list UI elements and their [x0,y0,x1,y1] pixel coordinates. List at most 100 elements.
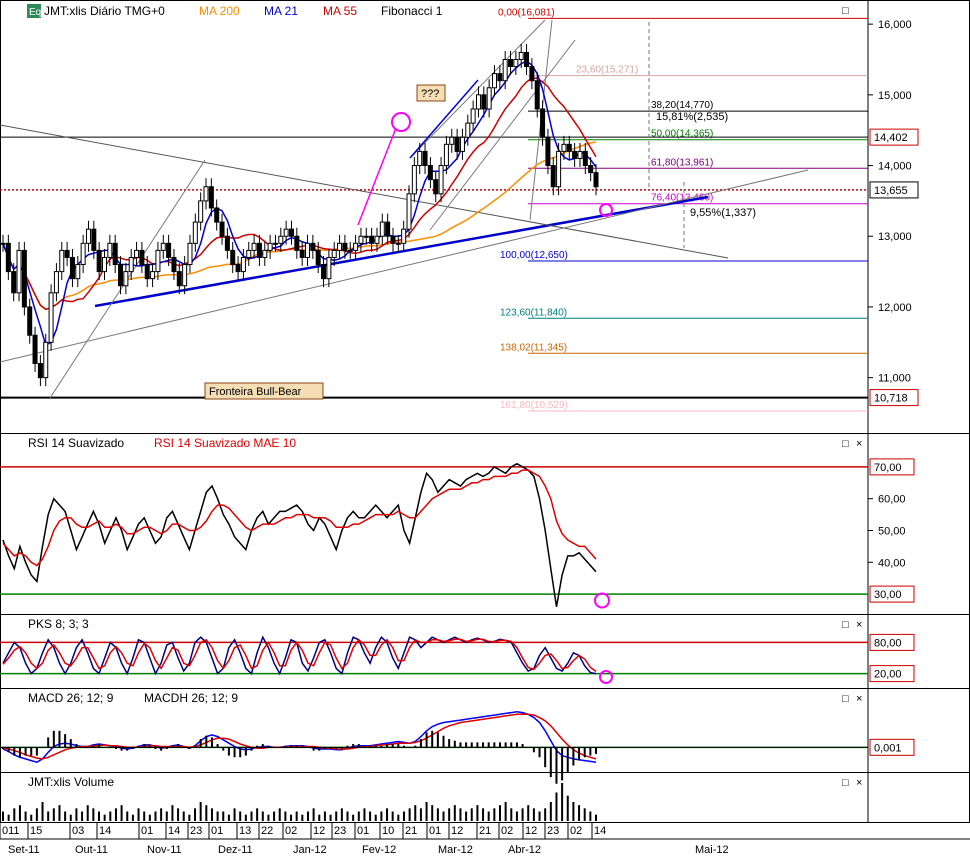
series-line [2,469,597,567]
x-month-label: Mar-12 [438,844,473,856]
candle-body [224,235,230,251]
candle-body [310,242,316,251]
candle-body [529,66,535,82]
candle-body [486,87,492,110]
maximize-button[interactable]: □ [842,777,849,789]
maximize-button[interactable]: □ [842,5,849,17]
candle-body [353,242,359,251]
candle-body [107,242,113,258]
candle-body [214,207,220,223]
x-day-label: 23 [334,825,346,837]
candle-body [160,242,166,251]
maximize-button[interactable]: □ [842,438,849,450]
candle-body [363,235,369,238]
x-day-label: 01 [429,825,441,837]
candle-body [374,235,380,244]
candle-body [438,165,444,195]
price-legend[interactable]: Eq JMT:xlis Diário TMG+0 MA 200 MA 21 MA… [27,4,443,18]
x-day-label: 14 [594,825,606,837]
macd-panel[interactable]: MACD 26; 12; 9 □ × 0,001 MACDH 26; 12; 9 [0,691,915,784]
axis-tick-label: 40,00 [878,557,906,569]
panel-frame-rsi [0,433,970,615]
percent-annotation: 15,81%(2,535) [656,111,728,123]
candle-body [230,249,236,266]
candle-body [64,249,70,258]
indicator-ma21[interactable]: MA 21 [264,4,298,18]
volume-panel[interactable]: JMT:xlis Volume □ × [2,775,862,821]
candle-body [524,51,530,68]
price-tick-label: 11,000 [878,373,911,385]
indicator-ma55[interactable]: MA 55 [323,4,357,18]
candle-body [91,228,97,251]
rsi-panel[interactable]: RSI 14 Suavizado □ × 70,00 30,00 60,00 50,00 40… [0,436,915,609]
series-legend[interactable]: MACDH 26; 12; 9 [144,691,238,705]
close-button[interactable]: × [856,693,862,705]
fibonacci-level-label: 0,00(16,081) [498,7,555,18]
candle-body [337,242,343,251]
fibonacci-level-label: 138,02(11,345) [500,342,567,353]
maximize-button[interactable]: □ [842,693,849,705]
pks-panel[interactable]: PKS 8; 3; 3 □ × 80,00 20,00 [0,617,915,684]
candle-body [128,256,134,273]
indicator-ma200[interactable]: MA 200 [199,4,240,18]
fibonacci-level-label: 61,80(13,961) [651,157,713,168]
candle-body [123,271,129,287]
support-trendline [94,195,709,308]
x-day-label: 02 [501,825,513,837]
candle-body [588,165,594,174]
candle-body [593,172,599,188]
candle-body [235,264,241,273]
candle-body [69,256,75,280]
candle-body [246,249,252,258]
candle-body [582,150,588,167]
candle-body [577,150,583,159]
candle-body [278,235,284,244]
projection-line [357,127,397,226]
percent-annotation: 9,55%(1,337) [690,207,756,219]
candle-body [566,143,572,152]
x-day-label: 13 [239,825,251,837]
x-day-label: 14 [99,825,111,837]
x-month-label: Nov-11 [147,844,182,856]
candle-body [182,264,188,287]
indicator-fibonacci[interactable]: Fibonacci 1 [381,4,443,18]
price-panel[interactable]: 16,000 15,000 14,000 13,000 12,000 11,000 0,00… [0,5,919,412]
price-tick-label: 12,000 [878,302,912,314]
highlight-circle [599,670,613,684]
close-button[interactable]: × [856,438,862,450]
panel-frame-vol [0,772,970,823]
candle-body [518,51,524,60]
candle-body [395,242,401,245]
candle-body [497,73,503,82]
candle-body [390,235,396,244]
x-day-label: 21 [405,825,417,837]
price-tick-label: 15,000 [878,90,912,102]
candle-body [385,221,391,237]
x-day-label: 15 [30,825,42,837]
candle-body [198,200,204,223]
price-tag-label: 14,402 [874,132,908,144]
candle-body [550,165,556,188]
price-tag-label: 0,001 [874,742,902,754]
candle-body [358,235,364,244]
panel-title[interactable]: MACD 26; 12; 9 [28,691,114,705]
fibonacci-level-label: 38,20(14,770) [651,100,713,111]
symbol-badge: Eq [29,7,41,18]
candle-body [16,249,22,294]
price-tag-label: 13,655 [874,185,908,197]
x-day-label: 12 [451,825,463,837]
close-button[interactable]: × [856,777,862,789]
panel-title[interactable]: RSI 14 Suavizado [28,436,124,450]
series-legend[interactable]: RSI 14 Suavizado MAE 10 [154,436,296,450]
maximize-button[interactable]: □ [842,619,849,631]
candle-body [422,150,428,167]
candle-body [513,58,519,68]
chart-title[interactable]: JMT:xlis Diário TMG+0 [44,4,165,18]
panel-frame-price [0,0,970,434]
candle-body [545,136,551,167]
trading-chart[interactable]: 16,000 15,000 14,000 13,000 12,000 11,000 0,00… [0,0,970,858]
panel-title[interactable]: JMT:xlis Volume [28,775,114,789]
close-button[interactable]: × [856,619,862,631]
candle-body [59,249,65,273]
panel-title[interactable]: PKS 8; 3; 3 [28,617,89,631]
